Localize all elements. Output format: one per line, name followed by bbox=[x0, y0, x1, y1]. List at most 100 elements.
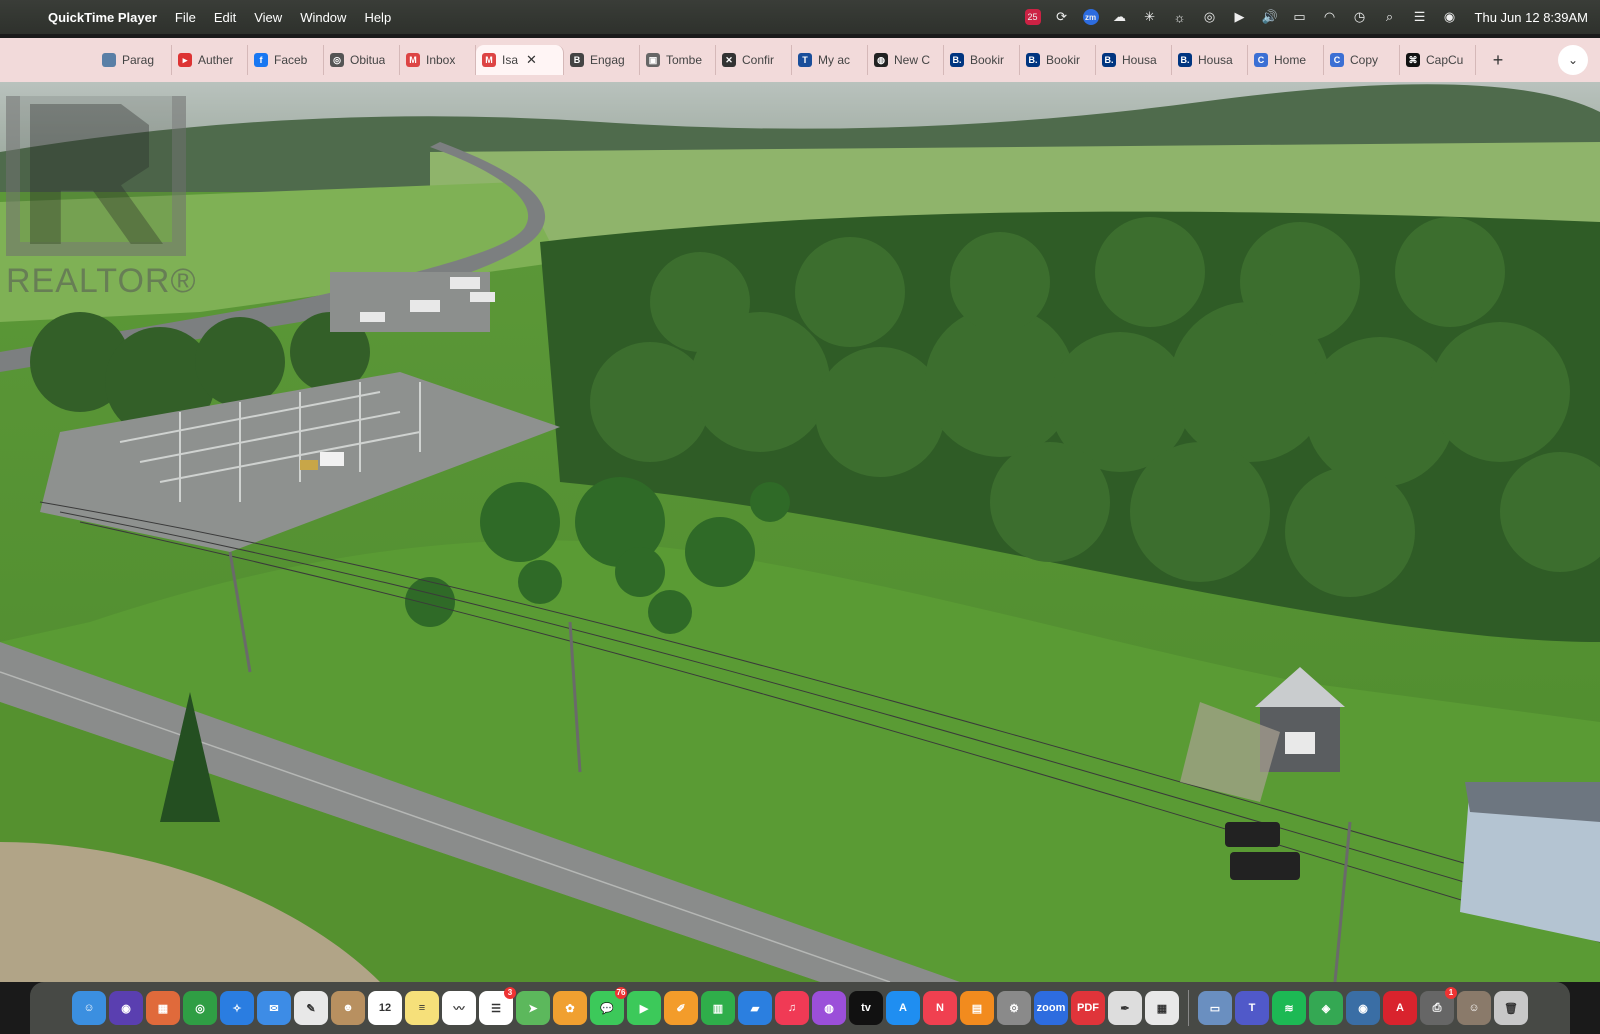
printer-icon[interactable]: ⎙ 1 bbox=[1420, 987, 1457, 1025]
settings-icon[interactable]: ⚙ bbox=[997, 991, 1031, 1025]
new-tab-button[interactable]: + bbox=[1484, 50, 1512, 71]
freeform-icon[interactable]: 〰 bbox=[442, 991, 476, 1025]
control-center-icon[interactable]: ☰ bbox=[1411, 8, 1429, 26]
finder-icon[interactable]: ☺ bbox=[72, 991, 106, 1025]
notes-icon[interactable]: ≡ bbox=[405, 991, 439, 1025]
menu-file[interactable]: File bbox=[175, 10, 196, 25]
notification-badge-icon[interactable]: 25 bbox=[1024, 9, 1041, 25]
reminders-icon[interactable]: ☰ 3 bbox=[479, 987, 516, 1025]
pdf-icon[interactable]: PDF bbox=[1071, 991, 1105, 1025]
maps-pin-icon[interactable]: ◈ bbox=[1309, 991, 1343, 1025]
news-icon[interactable]: N bbox=[923, 991, 957, 1025]
airdrop-icon[interactable]: ◎ bbox=[1201, 8, 1219, 26]
browser-tab[interactable]: ▸ Auther bbox=[172, 45, 248, 75]
booking-icon: B. bbox=[1026, 53, 1040, 67]
search-icon[interactable]: ⌕ bbox=[1381, 8, 1399, 26]
books-icon[interactable]: ▤ bbox=[960, 991, 994, 1025]
app-name-menu[interactable]: QuickTime Player bbox=[48, 10, 157, 25]
time-machine-icon[interactable]: ◷ bbox=[1351, 8, 1369, 26]
tab-search-chevron-icon[interactable]: ⌄ bbox=[1558, 45, 1588, 75]
menu-help[interactable]: Help bbox=[364, 10, 391, 25]
browser-tab[interactable]: C Home bbox=[1248, 45, 1324, 75]
acrobat-icon[interactable]: A bbox=[1383, 991, 1417, 1025]
activity-icon[interactable]: ✳ bbox=[1141, 8, 1159, 26]
browser-tab[interactable]: B Engag bbox=[564, 45, 640, 75]
podcasts-icon[interactable]: ◍ bbox=[812, 991, 846, 1025]
browser-tab[interactable]: C Copy bbox=[1324, 45, 1400, 75]
launchpad-icon[interactable]: ▦ bbox=[146, 991, 180, 1025]
photos-icon[interactable]: ✿ bbox=[553, 991, 587, 1025]
siri-menu-icon[interactable]: ◉ bbox=[1441, 8, 1459, 26]
dock-icon-glyph: ◉ bbox=[1358, 1002, 1368, 1015]
realtor-watermark-text: REALTOR® bbox=[6, 262, 197, 300]
browser-tab[interactable]: Parag bbox=[96, 45, 172, 75]
dock-icon-glyph: ▦ bbox=[1156, 1002, 1168, 1015]
menu-clock[interactable]: Thu Jun 12 8:39AM bbox=[1475, 10, 1588, 25]
browser-tab[interactable]: ◍ New C bbox=[868, 45, 944, 75]
browser-tab[interactable]: M Isa ✕ bbox=[476, 45, 564, 75]
volume-icon[interactable]: 🔊 bbox=[1261, 8, 1279, 26]
keynote-icon[interactable]: ▰ bbox=[738, 991, 772, 1025]
dock-icon-glyph: ≡ bbox=[418, 1002, 426, 1014]
siri-icon[interactable]: ◉ bbox=[109, 991, 143, 1025]
play-icon[interactable]: ▶ bbox=[1231, 8, 1249, 26]
search-app-icon[interactable]: ◉ bbox=[1346, 991, 1380, 1025]
appletv-icon[interactable]: tv bbox=[849, 991, 883, 1025]
tab-label: Parag bbox=[122, 53, 155, 67]
browser-tab[interactable]: M Inbox bbox=[400, 45, 476, 75]
browser-tab[interactable]: f Faceb bbox=[248, 45, 324, 75]
browser-tab[interactable]: ▣ Tombe bbox=[640, 45, 716, 75]
browser-tab[interactable]: T My ac bbox=[792, 45, 868, 75]
spotify-icon[interactable]: ≋ bbox=[1272, 991, 1306, 1025]
tab-close-icon[interactable]: ✕ bbox=[526, 52, 537, 68]
preview-icon[interactable]: ▦ bbox=[1145, 991, 1179, 1025]
contacts-icon[interactable]: ☻ bbox=[331, 991, 365, 1025]
browser-tab[interactable]: ◎ Obitua bbox=[324, 45, 400, 75]
openai-icon: ◍ bbox=[874, 53, 888, 67]
calendar-icon[interactable]: 12 bbox=[368, 991, 402, 1025]
pen-icon[interactable]: ✒ bbox=[1108, 991, 1142, 1025]
appstore-icon[interactable]: A bbox=[886, 991, 920, 1025]
weather-icon[interactable]: ☼ bbox=[1171, 8, 1189, 26]
browser-tab[interactable]: B. Housa bbox=[1172, 45, 1248, 75]
browser-tab[interactable]: B. Bookir bbox=[944, 45, 1020, 75]
safari-icon[interactable]: ✧ bbox=[220, 991, 254, 1025]
dock-icon-glyph: ▥ bbox=[712, 1002, 724, 1015]
dock-icon-glyph: ⎙ bbox=[1432, 1001, 1442, 1014]
battery-icon[interactable]: ▭ bbox=[1291, 8, 1309, 26]
video-frame[interactable]: REALTOR® bbox=[0, 82, 1600, 982]
dock-icon-glyph: A bbox=[1396, 1002, 1404, 1014]
tab-label: My ac bbox=[818, 53, 851, 67]
screensharing-icon[interactable]: ▭ bbox=[1198, 991, 1232, 1025]
photo-thumb-icon[interactable]: ☺ bbox=[1457, 991, 1491, 1025]
browser-tab[interactable]: ⌘ CapCu bbox=[1400, 45, 1476, 75]
zoom-icon[interactable]: zoom bbox=[1034, 991, 1068, 1025]
dock-icon-glyph: ♫ bbox=[787, 1002, 797, 1014]
menu-window[interactable]: Window bbox=[300, 10, 346, 25]
sync-icon[interactable]: ⟳ bbox=[1053, 8, 1071, 26]
tab-label: New C bbox=[894, 53, 931, 67]
music-icon[interactable]: ♫ bbox=[775, 991, 809, 1025]
zoom-status-icon[interactable]: zm bbox=[1082, 9, 1099, 25]
dock-icon-glyph: 〰 bbox=[453, 1003, 465, 1015]
dock-badge: 3 bbox=[504, 987, 516, 999]
facetime-icon[interactable]: ▶ bbox=[627, 991, 661, 1025]
numbers-icon[interactable]: ▥ bbox=[701, 991, 735, 1025]
dock-icon-glyph: ▰ bbox=[750, 1002, 760, 1015]
cloud-icon[interactable]: ☁ bbox=[1111, 8, 1129, 26]
browser-tab[interactable]: B. Bookir bbox=[1020, 45, 1096, 75]
mail-icon[interactable]: ✉ bbox=[257, 991, 291, 1025]
chrome-icon[interactable]: ◎ bbox=[183, 991, 217, 1025]
maps-icon[interactable]: ➤ bbox=[516, 991, 550, 1025]
wifi-icon[interactable]: ◠ bbox=[1321, 8, 1339, 26]
dock-icon-glyph: N bbox=[936, 1002, 944, 1014]
trash-icon[interactable]: 🗑 bbox=[1494, 991, 1528, 1025]
browser-tab[interactable]: ✕ Confir bbox=[716, 45, 792, 75]
menu-view[interactable]: View bbox=[254, 10, 282, 25]
texteditor-icon[interactable]: ✎ bbox=[294, 991, 328, 1025]
menu-edit[interactable]: Edit bbox=[214, 10, 236, 25]
teams-icon[interactable]: T bbox=[1235, 991, 1269, 1025]
browser-tab[interactable]: B. Housa bbox=[1096, 45, 1172, 75]
pages-icon[interactable]: ✐ bbox=[664, 991, 698, 1025]
messages-icon[interactable]: 💬 76 bbox=[590, 987, 627, 1025]
